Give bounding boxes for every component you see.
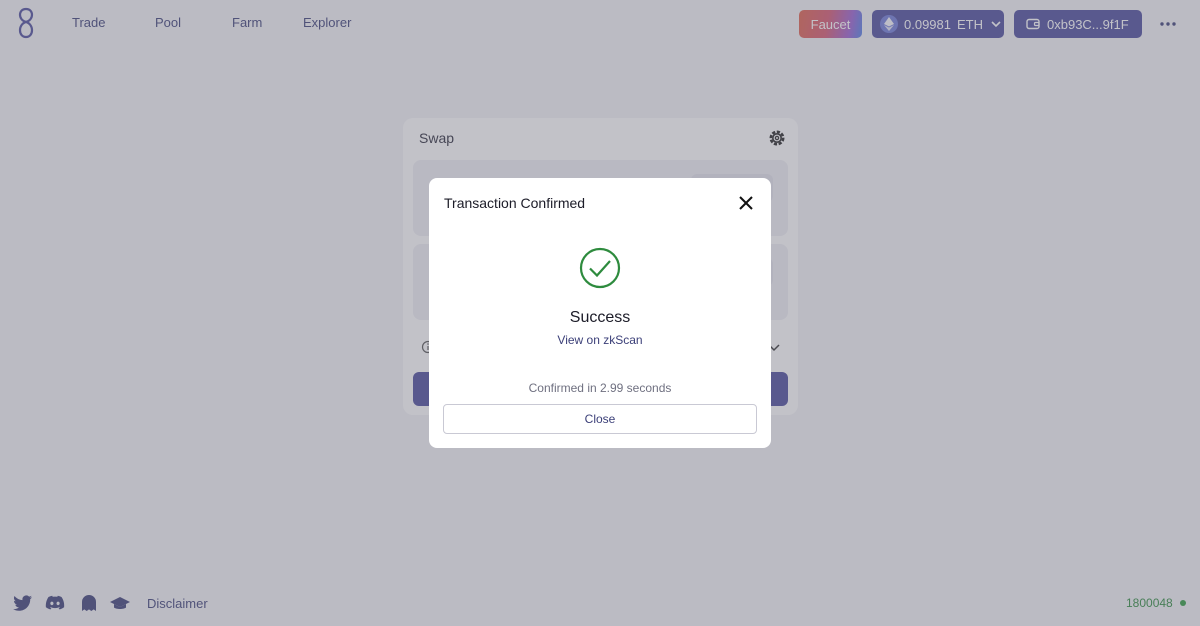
close-button[interactable]: Close [443,404,757,434]
close-icon[interactable] [737,194,755,212]
check-circle-icon [579,247,621,289]
transaction-confirmed-modal: Transaction Confirmed Success View on zk… [429,178,771,448]
confirmation-time: Confirmed in 2.99 seconds [528,381,672,395]
modal-title: Transaction Confirmed [444,195,586,211]
view-on-zkscan-link[interactable]: View on zkScan [429,333,771,347]
success-status: Success [569,309,631,326]
